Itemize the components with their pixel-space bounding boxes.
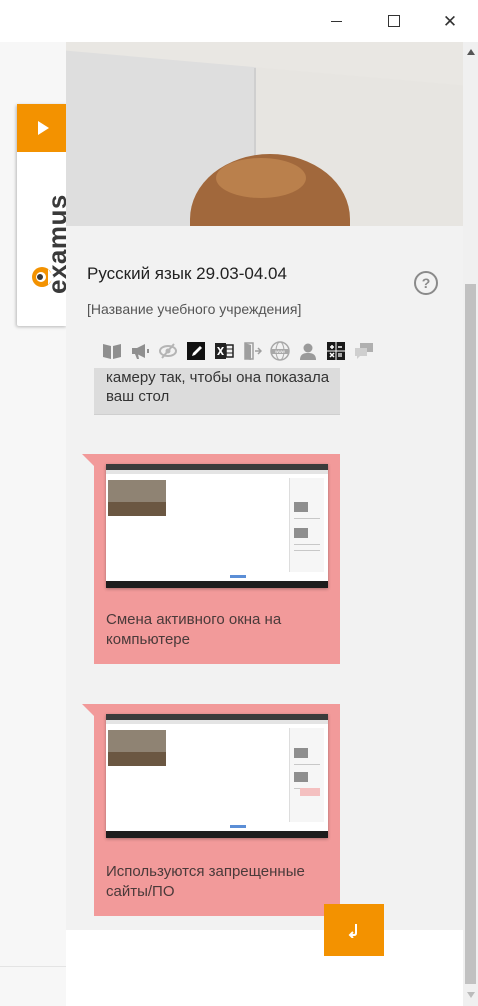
examus-brand-tab[interactable]: examus (17, 104, 72, 326)
maximize-icon (388, 15, 400, 27)
violation-card: Смена активного окна на компьютере (82, 454, 340, 664)
excel-icon[interactable] (214, 341, 234, 361)
panel-footer (66, 930, 463, 1006)
scroll-down-icon (466, 991, 475, 998)
scrollbar-thumb[interactable] (465, 284, 476, 984)
violation-text: Используются запрещенные сайты/ПО (106, 863, 305, 900)
violation-text: Смена активного окна на компьютере (106, 611, 282, 648)
tools-toolbar: www (102, 341, 374, 361)
event-feed: камеру так, чтобы она показала ваш стол … (66, 368, 463, 930)
megaphone-icon[interactable] (130, 341, 150, 361)
close-icon: ✕ (442, 11, 458, 31)
svg-text:www: www (275, 349, 285, 354)
scroll-up-icon (466, 48, 475, 55)
scroll-down-arrow[interactable] (463, 987, 478, 1002)
notepad-icon[interactable] (186, 341, 206, 361)
violation-card: Используются запрещенные сайты/ПО (82, 704, 340, 916)
minimize-button[interactable] (318, 8, 354, 34)
system-message: камеру так, чтобы она показала ваш стол (94, 368, 340, 415)
scroll-up-arrow[interactable] (463, 44, 478, 59)
person-icon[interactable] (298, 341, 318, 361)
calculator-icon[interactable] (326, 341, 346, 361)
eye-logo-icon (32, 267, 54, 287)
violation-screenshot[interactable] (106, 464, 328, 588)
vertical-scrollbar[interactable] (463, 42, 478, 1006)
www-icon[interactable]: www (270, 341, 290, 361)
exit-door-icon[interactable] (242, 341, 262, 361)
play-button[interactable] (17, 104, 67, 152)
hidden-eye-icon[interactable] (158, 341, 178, 361)
window-titlebar: ✕ (0, 0, 478, 42)
exam-title: Русский язык 29.03-04.04 (87, 264, 287, 283)
close-button[interactable]: ✕ (432, 8, 468, 34)
maximize-button[interactable] (376, 8, 412, 34)
chat-icon[interactable] (354, 341, 374, 361)
institution-name: [Название учебного учреждения] (87, 301, 302, 317)
play-icon (38, 121, 49, 135)
minimize-icon (330, 20, 342, 22)
sidebar-divider (0, 966, 66, 967)
send-button[interactable] (324, 904, 384, 956)
webcam-preview (66, 42, 463, 226)
help-icon[interactable]: ? (414, 271, 438, 295)
book-icon[interactable] (102, 341, 122, 361)
send-icon (348, 924, 357, 938)
violation-screenshot[interactable] (106, 714, 328, 838)
system-message-text: камеру так, чтобы она показала ваш стол (106, 369, 330, 405)
proctoring-panel: Русский язык 29.03-04.04 ? [Название уче… (66, 42, 463, 1006)
